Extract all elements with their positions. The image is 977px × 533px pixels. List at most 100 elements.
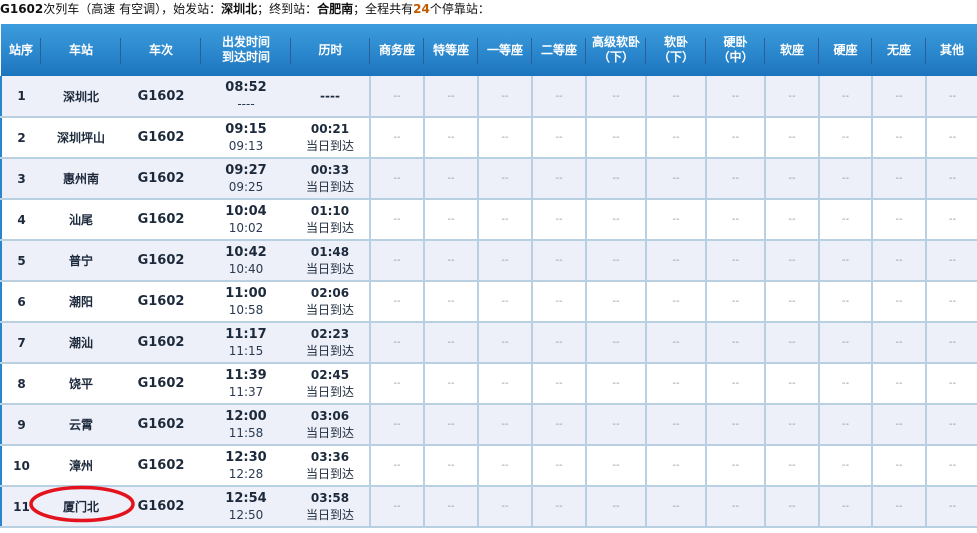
depart-time: 11:17: [225, 326, 267, 342]
duration-cell: 01:48 当日到达: [291, 240, 370, 282]
stops-prefix: ；全程共有: [353, 2, 414, 16]
stops-table: 站序 车站 车次 出发时间 到达时间 历时 商务座 特等座 一等座 二等座 高级软…: [0, 24, 977, 528]
time-cell: 12:00 11:58: [201, 404, 291, 446]
arrival-day: 当日到达: [305, 138, 354, 153]
train-number: G1602: [121, 322, 201, 364]
arrive-time: 09:25: [228, 179, 264, 194]
stop-seq: 7: [0, 322, 41, 364]
seat-second-class: --: [531, 240, 586, 282]
station-name: 潮阳: [41, 281, 121, 323]
seat-soft-sleeper: --: [645, 404, 706, 446]
col-premium: 特等座: [424, 24, 478, 76]
seat-second-class: --: [531, 404, 586, 446]
seat-soft-sleeper: --: [645, 76, 706, 118]
stop-seq: 6: [0, 281, 41, 323]
seat-deluxe-sleeper: --: [585, 322, 646, 364]
stop-seq: 9: [0, 404, 41, 446]
seat-other: --: [925, 281, 977, 323]
station-name: 普宁: [41, 240, 121, 282]
seat-no-seat: --: [871, 404, 926, 446]
seat-first-class: --: [477, 322, 532, 364]
seat-no-seat: --: [871, 76, 926, 118]
seat-soft-seat: --: [764, 322, 819, 364]
col-first-class: 一等座: [478, 24, 532, 76]
col-business: 商务座: [370, 24, 424, 76]
seat-no-seat: --: [871, 240, 926, 282]
train-number: G1602: [121, 76, 201, 118]
col-hard-seat: 硬座: [819, 24, 872, 76]
train-number: G1602: [0, 2, 44, 16]
depart-time: 08:52: [225, 80, 267, 95]
destination-label: ；终到站：: [257, 2, 318, 16]
stop-seq: 2: [0, 117, 41, 159]
time-cell: 12:30 12:28: [201, 445, 291, 487]
seat-other: --: [925, 404, 977, 446]
seat-no-seat: --: [871, 281, 926, 323]
seat-soft-seat: --: [764, 158, 819, 200]
seat-premium: --: [423, 363, 478, 405]
train-summary: G1602次列车（高速 有空调），始发站：深圳北；终到站：合肥南；全程共有24个…: [0, 0, 490, 18]
duration-cell: ----: [291, 76, 370, 118]
duration: 03:36: [310, 449, 350, 464]
seat-soft-sleeper: --: [645, 199, 706, 241]
col-other: 其他: [926, 24, 977, 76]
seat-soft-sleeper: --: [645, 363, 706, 405]
duration-cell: 00:21 当日到达: [291, 117, 370, 159]
seat-soft-seat: --: [764, 117, 819, 159]
seat-deluxe-sleeper: --: [585, 199, 646, 241]
seat-business: --: [369, 322, 424, 364]
seat-first-class: --: [477, 445, 532, 487]
seat-hard-seat: --: [818, 404, 872, 446]
duration: 00:33: [310, 162, 350, 177]
seat-first-class: --: [477, 404, 532, 446]
seat-first-class: --: [477, 281, 532, 323]
time-cell: 11:00 10:58: [201, 281, 291, 323]
station-name: 云霄: [41, 404, 121, 446]
seat-no-seat: --: [871, 117, 926, 159]
seat-other: --: [925, 445, 977, 487]
duration-cell: 03:36 当日到达: [291, 445, 370, 487]
depart-time: 09:15: [225, 121, 267, 137]
seat-soft-sleeper: --: [645, 445, 706, 487]
seat-business: --: [369, 281, 424, 323]
depart-time: 09:27: [225, 162, 267, 178]
table-header: 站序 车站 车次 出发时间 到达时间 历时 商务座 特等座 一等座 二等座 高级软…: [1, 24, 977, 76]
seat-second-class: --: [531, 158, 586, 200]
arrive-time: 09:13: [228, 138, 264, 153]
duration: 01:10: [310, 203, 350, 218]
time-cell: 10:04 10:02: [201, 199, 291, 241]
col-deluxe-sleeper: 高级软卧 （下）: [586, 24, 646, 76]
seat-deluxe-sleeper: --: [585, 404, 646, 446]
col-soft-sleeper: 软卧 （下）: [646, 24, 706, 76]
seat-premium: --: [423, 158, 478, 200]
col-train: 车次: [121, 24, 201, 76]
seat-hard-sleeper: --: [705, 240, 765, 282]
seat-premium: --: [423, 445, 478, 487]
seat-second-class: --: [531, 445, 586, 487]
seat-soft-sleeper: --: [645, 322, 706, 364]
seat-premium: --: [423, 322, 478, 364]
seat-premium: --: [423, 76, 478, 118]
station-name: 深圳坪山: [41, 117, 121, 159]
seat-no-seat: --: [871, 486, 926, 528]
stop-seq: 11: [0, 486, 41, 528]
duration: 03:06: [310, 408, 350, 423]
seat-soft-sleeper: --: [645, 281, 706, 323]
seat-soft-sleeper: --: [645, 158, 706, 200]
seat-other: --: [925, 117, 977, 159]
seat-hard-seat: --: [818, 117, 872, 159]
arrival-day: 当日到达: [305, 220, 354, 235]
stop-seq: 3: [0, 158, 41, 200]
station-name: 饶平: [41, 363, 121, 405]
seat-soft-sleeper: --: [645, 117, 706, 159]
seat-hard-seat: --: [818, 445, 872, 487]
station-name: 潮汕: [41, 322, 121, 364]
seat-premium: --: [423, 240, 478, 282]
duration: 02:45: [310, 367, 350, 382]
seat-business: --: [369, 404, 424, 446]
duration: 03:58: [310, 490, 350, 505]
seat-hard-seat: --: [818, 76, 872, 118]
duration-cell: 03:58 当日到达: [291, 486, 370, 528]
table-row: 8 饶平 G1602 11:39 11:37 02:45 当日到达 -- -- -- -- -- -- -…: [0, 363, 977, 405]
train-number: G1602: [121, 404, 201, 446]
